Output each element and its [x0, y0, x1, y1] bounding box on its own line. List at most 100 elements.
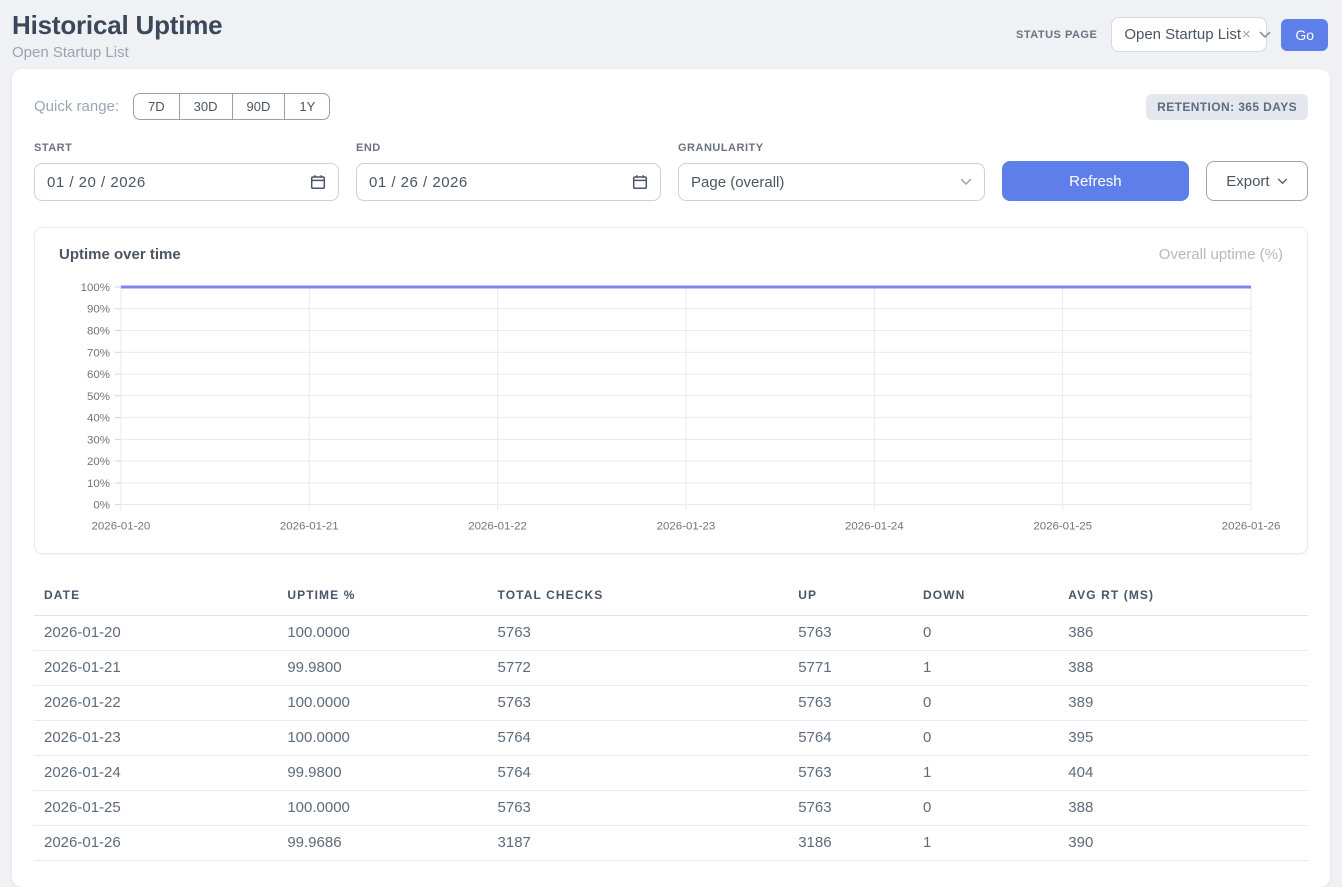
- table-header-row: DATEUPTIME %TOTAL CHECKSUPDOWNAVG RT (MS…: [34, 582, 1308, 616]
- svg-text:10%: 10%: [87, 478, 110, 490]
- column-header: UPTIME %: [277, 582, 487, 616]
- table-cell: 5764: [488, 720, 789, 755]
- table-cell: 5763: [488, 790, 789, 825]
- table-cell: 5763: [788, 615, 913, 650]
- uptime-table: DATEUPTIME %TOTAL CHECKSUPDOWNAVG RT (MS…: [34, 582, 1308, 861]
- svg-text:2026-01-25: 2026-01-25: [1033, 521, 1092, 533]
- status-page-value: Open Startup List×: [1124, 26, 1251, 43]
- table-row: 2026-01-20100.0000576357630386: [34, 615, 1308, 650]
- quick-range-label: Quick range:: [34, 98, 119, 115]
- svg-text:2026-01-24: 2026-01-24: [845, 521, 904, 533]
- svg-text:100%: 100%: [81, 282, 110, 294]
- chart-card: Uptime over time Overall uptime (%) 0% 10…: [34, 227, 1308, 554]
- clear-icon[interactable]: ×: [1242, 26, 1251, 43]
- table-cell: 0: [913, 790, 1058, 825]
- export-button[interactable]: Export: [1206, 161, 1308, 201]
- table-cell: 5763: [788, 685, 913, 720]
- start-date-input[interactable]: 01 / 20 / 2026: [34, 163, 339, 201]
- table-cell: 5763: [488, 685, 789, 720]
- start-label: START: [34, 142, 339, 154]
- table-cell: 388: [1058, 650, 1308, 685]
- table-cell: 5771: [788, 650, 913, 685]
- quick-range-group: 7D30D90D1Y: [133, 93, 330, 120]
- table-cell: 2026-01-24: [34, 755, 277, 790]
- status-page-select[interactable]: Open Startup List×: [1111, 17, 1267, 52]
- uptime-chart: 0%10%20%30%40%50%60%70%80%90%100%2026-01…: [59, 277, 1283, 543]
- start-date-field: START 01 / 20 / 2026: [34, 142, 339, 201]
- table-cell: 2026-01-26: [34, 825, 277, 860]
- quick-range: Quick range: 7D30D90D1Y: [34, 93, 330, 120]
- svg-text:20%: 20%: [87, 456, 110, 468]
- table-row: 2026-01-23100.0000576457640395: [34, 720, 1308, 755]
- svg-text:2026-01-20: 2026-01-20: [92, 521, 151, 533]
- chevron-down-icon: [960, 178, 972, 186]
- granularity-field: GRANULARITY Page (overall): [678, 142, 985, 201]
- end-date-value: 01 / 26 / 2026: [369, 174, 468, 191]
- table-cell: 99.9800: [277, 755, 487, 790]
- table-row: 2026-01-22100.0000576357630389: [34, 685, 1308, 720]
- granularity-select[interactable]: Page (overall): [678, 163, 985, 201]
- table-cell: 5772: [488, 650, 789, 685]
- table-cell: 0: [913, 685, 1058, 720]
- table-cell: 100.0000: [277, 685, 487, 720]
- column-header: UP: [788, 582, 913, 616]
- table-cell: 2026-01-23: [34, 720, 277, 755]
- header-controls: STATUS PAGE Open Startup List× Go: [1016, 17, 1328, 52]
- svg-text:2026-01-22: 2026-01-22: [468, 521, 527, 533]
- calendar-icon[interactable]: [310, 174, 326, 190]
- quick-range-30d[interactable]: 30D: [179, 93, 233, 120]
- svg-text:2026-01-26: 2026-01-26: [1222, 521, 1281, 533]
- svg-text:2026-01-23: 2026-01-23: [657, 521, 716, 533]
- svg-text:2026-01-21: 2026-01-21: [280, 521, 339, 533]
- table-cell: 386: [1058, 615, 1308, 650]
- quick-range-90d[interactable]: 90D: [232, 93, 286, 120]
- toolbar-row: Quick range: 7D30D90D1Y RETENTION: 365 D…: [34, 93, 1308, 120]
- end-date-field: END 01 / 26 / 2026: [356, 142, 661, 201]
- start-date-value: 01 / 20 / 2026: [47, 174, 146, 191]
- export-label: Export: [1226, 173, 1269, 190]
- table-cell: 99.9800: [277, 650, 487, 685]
- chart-header: Uptime over time Overall uptime (%): [59, 246, 1283, 263]
- table-cell: 5764: [788, 720, 913, 755]
- table-row: 2026-01-25100.0000576357630388: [34, 790, 1308, 825]
- granularity-value: Page (overall): [691, 174, 784, 191]
- svg-text:70%: 70%: [87, 347, 110, 359]
- quick-range-1y[interactable]: 1Y: [284, 93, 330, 120]
- table-cell: 2026-01-21: [34, 650, 277, 685]
- table-cell: 100.0000: [277, 720, 487, 755]
- table-cell: 1: [913, 825, 1058, 860]
- table-row: 2026-01-2199.9800577257711388: [34, 650, 1308, 685]
- svg-text:50%: 50%: [87, 391, 110, 403]
- table-cell: 2026-01-20: [34, 615, 277, 650]
- table-row: 2026-01-2499.9800576457631404: [34, 755, 1308, 790]
- table-cell: 100.0000: [277, 615, 487, 650]
- table-cell: 5763: [488, 615, 789, 650]
- table-cell: 3187: [488, 825, 789, 860]
- table-cell: 99.9686: [277, 825, 487, 860]
- table-cell: 2026-01-25: [34, 790, 277, 825]
- calendar-icon[interactable]: [632, 174, 648, 190]
- column-header: TOTAL CHECKS: [488, 582, 789, 616]
- title-block: Historical Uptime Open Startup List: [12, 10, 222, 61]
- end-date-input[interactable]: 01 / 26 / 2026: [356, 163, 661, 201]
- main-card: Quick range: 7D30D90D1Y RETENTION: 365 D…: [12, 69, 1330, 887]
- svg-text:30%: 30%: [87, 434, 110, 446]
- table-cell: 5763: [788, 790, 913, 825]
- chart-legend: Overall uptime (%): [1159, 246, 1283, 263]
- chevron-down-icon: [1259, 31, 1271, 39]
- page-title: Historical Uptime: [12, 10, 222, 41]
- table-cell: 388: [1058, 790, 1308, 825]
- table-cell: 100.0000: [277, 790, 487, 825]
- svg-text:0%: 0%: [93, 500, 110, 512]
- page-subtitle: Open Startup List: [12, 44, 222, 61]
- quick-range-7d[interactable]: 7D: [133, 93, 180, 120]
- refresh-button[interactable]: Refresh: [1002, 161, 1189, 201]
- table-cell: 390: [1058, 825, 1308, 860]
- table-row: 2026-01-2699.9686318731861390: [34, 825, 1308, 860]
- granularity-label: GRANULARITY: [678, 142, 985, 154]
- table-cell: 0: [913, 615, 1058, 650]
- table-cell: 0: [913, 720, 1058, 755]
- go-button[interactable]: Go: [1281, 19, 1328, 51]
- svg-text:90%: 90%: [87, 304, 110, 316]
- svg-text:80%: 80%: [87, 326, 110, 338]
